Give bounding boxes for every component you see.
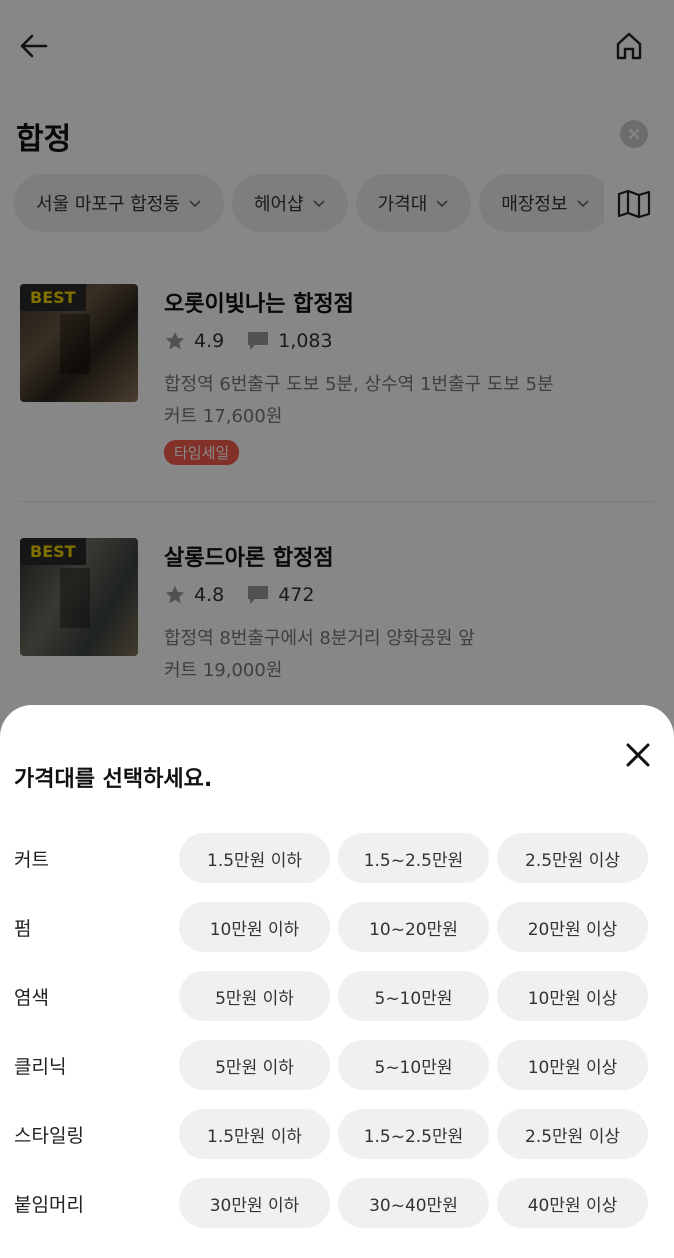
price-option[interactable]: 10만원 이상 — [497, 1040, 648, 1090]
price-option[interactable]: 20만원 이상 — [497, 902, 648, 952]
price-option[interactable]: 30만원 이하 — [179, 1178, 330, 1228]
price-option[interactable]: 2.5만원 이상 — [497, 833, 648, 883]
close-button[interactable] — [618, 735, 658, 775]
row-label: 펌 — [14, 918, 32, 940]
price-option[interactable]: 1.5만원 이하 — [179, 833, 330, 883]
price-option[interactable]: 1.5~2.5만원 — [338, 833, 489, 883]
price-row-perm: 펌 10만원 이하 10~20만원 20만원 이상 — [0, 902, 674, 952]
price-row-clinic: 클리닉 5만원 이하 5~10만원 10만원 이상 — [0, 1040, 674, 1090]
price-option[interactable]: 5~10만원 — [338, 971, 489, 1021]
price-option[interactable]: 40만원 이상 — [497, 1178, 648, 1228]
price-row-extensions: 붙임머리 30만원 이하 30~40만원 40만원 이상 — [0, 1178, 674, 1228]
row-label: 붙임머리 — [14, 1194, 84, 1216]
price-option[interactable]: 10만원 이하 — [179, 902, 330, 952]
price-range-sheet: 가격대를 선택하세요. 커트 1.5만원 이하 1.5~2.5만원 2.5만원 … — [0, 705, 674, 1258]
price-option[interactable]: 10~20만원 — [338, 902, 489, 952]
price-row-cut: 커트 1.5만원 이하 1.5~2.5만원 2.5만원 이상 — [0, 833, 674, 883]
price-option[interactable]: 2.5만원 이상 — [497, 1109, 648, 1159]
close-icon — [626, 743, 650, 767]
price-option[interactable]: 1.5~2.5만원 — [338, 1109, 489, 1159]
price-row-styling: 스타일링 1.5만원 이하 1.5~2.5만원 2.5만원 이상 — [0, 1109, 674, 1159]
price-option[interactable]: 5~10만원 — [338, 1040, 489, 1090]
price-option[interactable]: 1.5만원 이하 — [179, 1109, 330, 1159]
row-label: 커트 — [14, 849, 49, 871]
row-label: 염색 — [14, 987, 49, 1009]
price-option[interactable]: 5만원 이하 — [179, 1040, 330, 1090]
row-label: 스타일링 — [14, 1125, 84, 1147]
price-option[interactable]: 10만원 이상 — [497, 971, 648, 1021]
row-label: 클리닉 — [14, 1056, 67, 1078]
price-option[interactable]: 5만원 이하 — [179, 971, 330, 1021]
sheet-title: 가격대를 선택하세요. — [14, 767, 213, 792]
price-option[interactable]: 30~40만원 — [338, 1178, 489, 1228]
price-row-color: 염색 5만원 이하 5~10만원 10만원 이상 — [0, 971, 674, 1021]
